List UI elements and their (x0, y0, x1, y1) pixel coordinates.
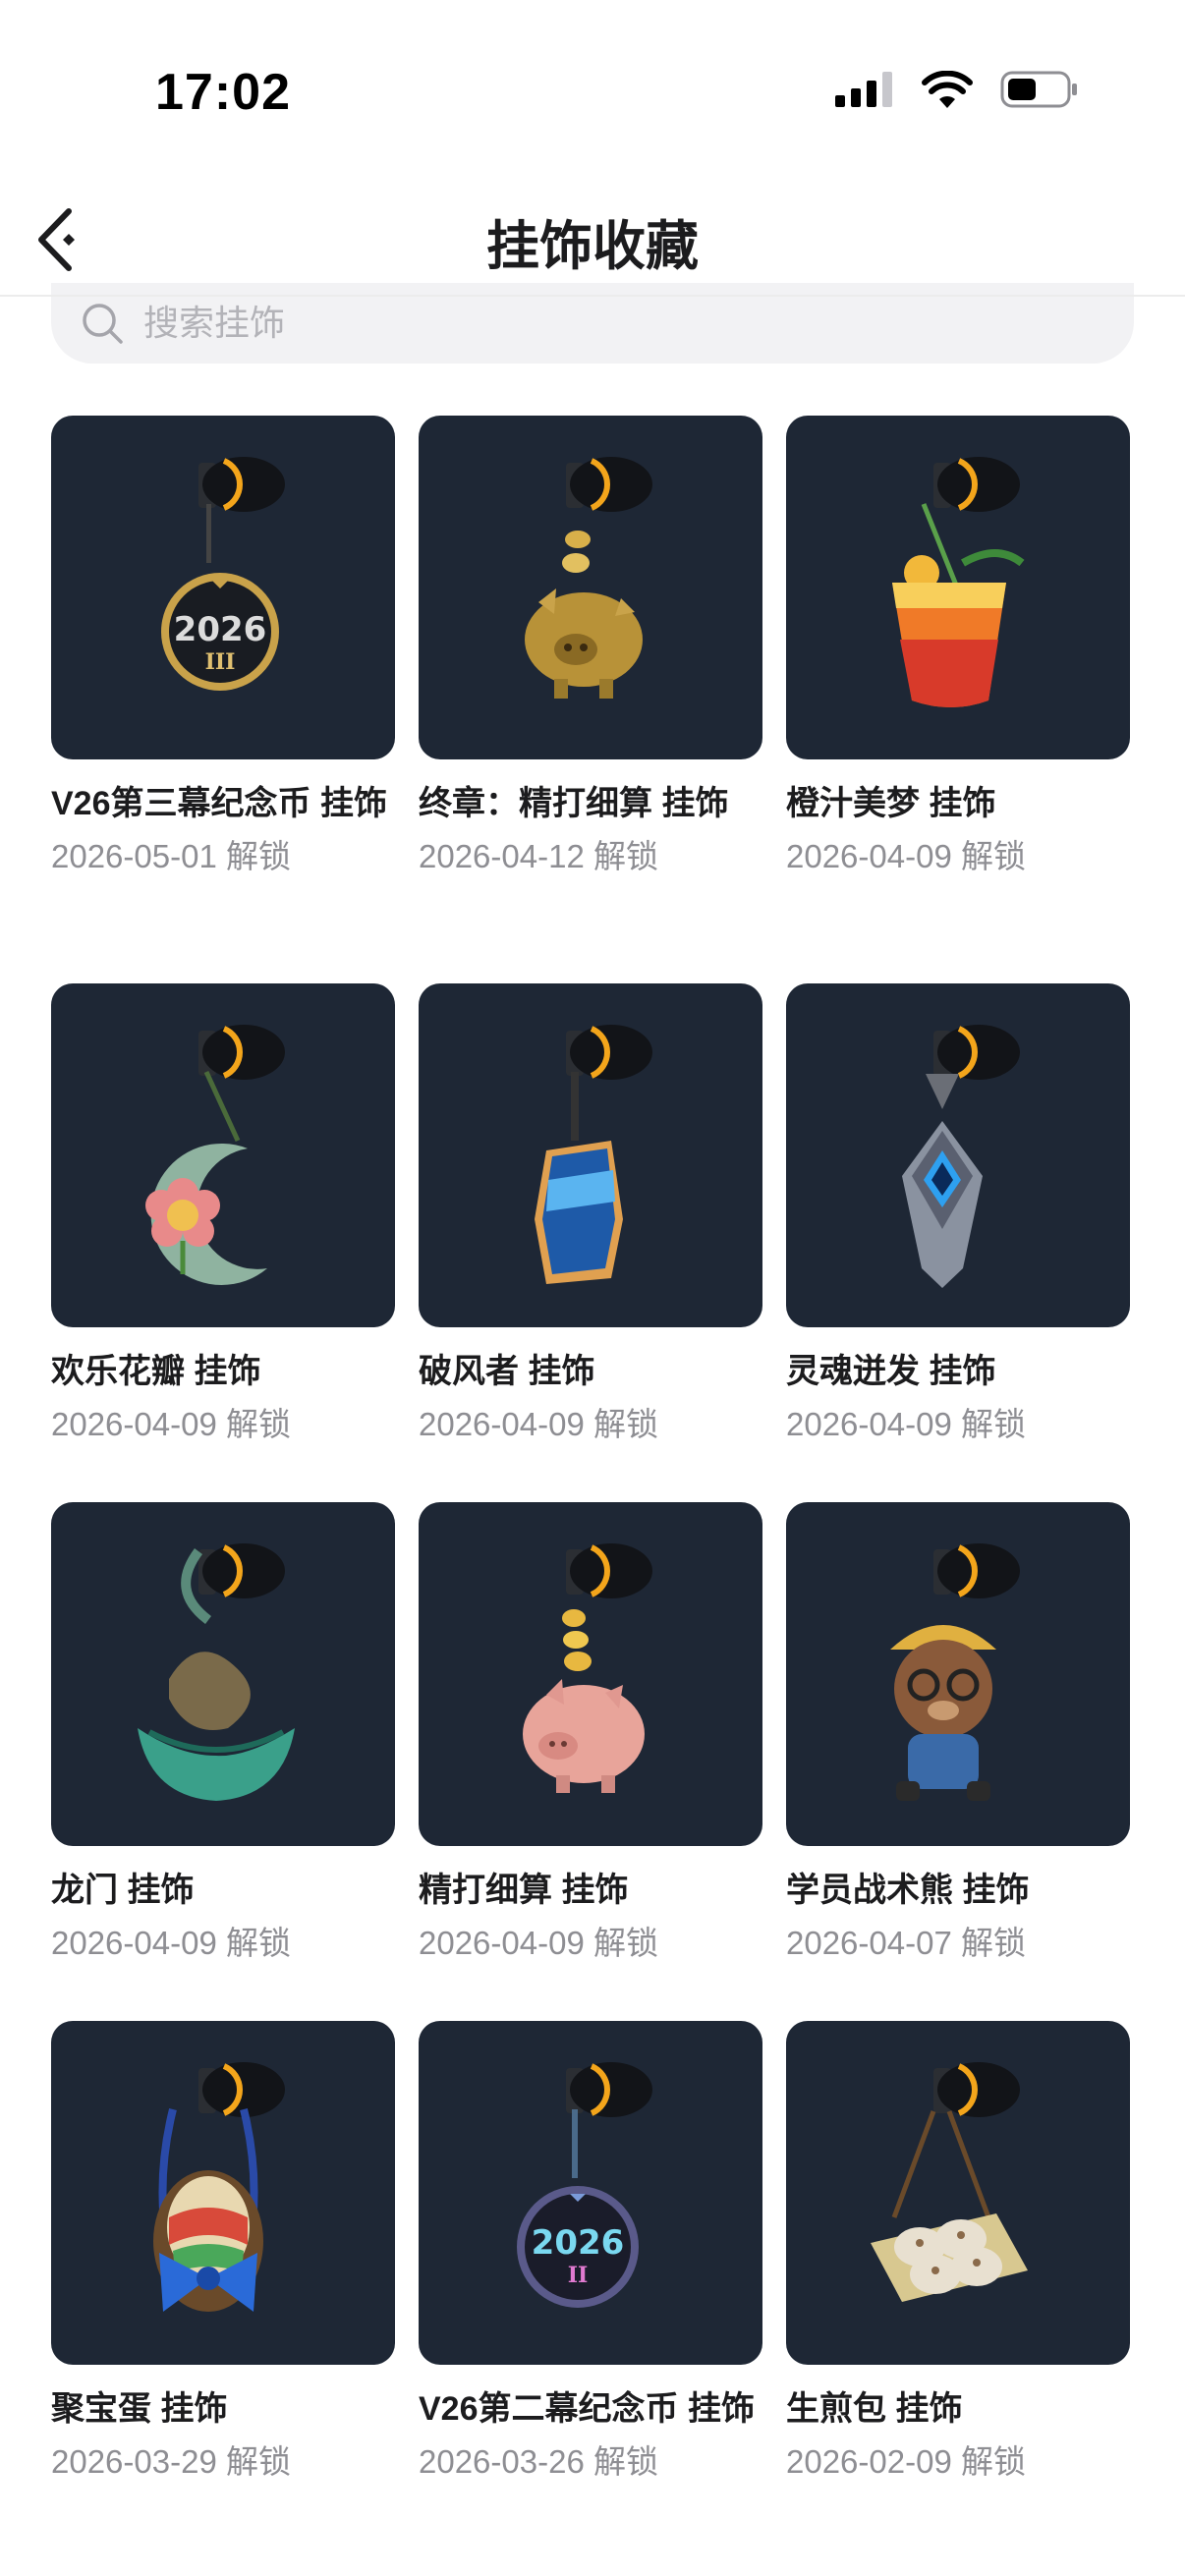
pink-pig-charm-icon (523, 1543, 652, 1793)
charm-card[interactable]: 破风者 挂饰 2026-04-09 解锁 (419, 983, 762, 1447)
charm-thumbnail (419, 983, 762, 1327)
charm-name: 破风者 挂饰 (419, 1353, 595, 1390)
charm-card[interactable]: 2026 III V26第三幕纪念币 挂饰 2026-05-01 解锁 (51, 416, 395, 879)
charm-thumbnail: 2026 II (419, 2021, 762, 2365)
charm-thumbnail (51, 983, 395, 1327)
charm-thumbnail (419, 416, 762, 759)
charm-name: 龙门 挂饰 (51, 1872, 195, 1909)
soul-crystal-charm-icon (902, 1025, 1020, 1288)
charm-name: 终章：精打细算 挂饰 (419, 785, 729, 822)
charm-card[interactable]: 2026 II V26第二幕纪念币 挂饰 2026-03-26 解锁 (419, 2021, 762, 2485)
charm-name: 灵魂迸发 挂饰 (786, 1353, 996, 1390)
coin-2026-iii-charm-icon (161, 457, 285, 691)
flower-moon-charm-icon (145, 1025, 285, 1285)
charm-thumbnail (786, 2021, 1130, 2365)
charm-unlock-date: 2026-04-09 解锁 (786, 838, 1026, 874)
charm-name: 学员战术熊 挂饰 (786, 1872, 1030, 1909)
charm-unlock-date: 2026-05-01 解锁 (51, 838, 291, 874)
charm-thumbnail (786, 416, 1130, 759)
charm-unlock-date: 2026-03-26 解锁 (419, 2443, 658, 2480)
charm-name: 欢乐花瓣 挂饰 (51, 1353, 261, 1390)
charm-unlock-date: 2026-02-09 解锁 (786, 2443, 1026, 2480)
charm-unlock-date: 2026-04-07 解锁 (786, 1925, 1026, 1961)
fried-bun-charm-icon (871, 2062, 1028, 2302)
charm-name: 精打细算 挂饰 (419, 1872, 629, 1909)
charm-card[interactable]: 学员战术熊 挂饰 2026-04-07 解锁 (786, 1502, 1130, 1966)
charm-card[interactable]: 聚宝蛋 挂饰 2026-03-29 解锁 (51, 2021, 395, 2485)
charm-unlock-date: 2026-04-09 解锁 (419, 1406, 658, 1442)
charm-unlock-date: 2026-03-29 解锁 (51, 2443, 291, 2480)
charm-thumbnail (51, 1502, 395, 1846)
charm-unlock-date: 2026-04-09 解锁 (419, 1925, 658, 1961)
coin-2026-ii-charm-icon (517, 2062, 652, 2308)
charm-card[interactable]: 精打细算 挂饰 2026-04-09 解锁 (419, 1502, 762, 1966)
dragon-gate-charm-icon (138, 1543, 295, 1801)
charm-card[interactable]: 终章：精打细算 挂饰 2026-04-12 解锁 (419, 416, 762, 879)
orange-juice-charm-icon (892, 457, 1025, 707)
charm-unlock-date: 2026-04-09 解锁 (786, 1406, 1026, 1442)
charm-thumbnail (786, 1502, 1130, 1846)
coin-act-label: II (567, 2263, 589, 2288)
charm-card[interactable]: 生煎包 挂饰 2026-02-09 解锁 (786, 2021, 1130, 2485)
charm-thumbnail (786, 983, 1130, 1327)
charm-name: 生煎包 挂饰 (786, 2390, 963, 2428)
charm-grid: 2026 III V26第三幕纪念币 挂饰 2026-05-01 解锁 终章：精… (0, 0, 1185, 2576)
charm-name: V26第二幕纪念币 挂饰 (419, 2390, 755, 2428)
charm-thumbnail (419, 1502, 762, 1846)
charm-card[interactable]: 灵魂迸发 挂饰 2026-04-09 解锁 (786, 983, 1130, 1447)
charm-thumbnail: 2026 III (51, 416, 395, 759)
charm-thumbnail (51, 2021, 395, 2365)
tactical-bear-charm-icon (890, 1543, 1020, 1801)
treasure-egg-charm-icon (153, 2062, 285, 2312)
golden-pig-charm-icon (525, 457, 652, 699)
charm-unlock-date: 2026-04-09 解锁 (51, 1406, 291, 1442)
charm-name: 聚宝蛋 挂饰 (51, 2390, 228, 2428)
coin-year-label: 2026 (173, 610, 267, 649)
charm-name: 橙汁美梦 挂饰 (786, 785, 996, 822)
charm-card[interactable]: 龙门 挂饰 2026-04-09 解锁 (51, 1502, 395, 1966)
charm-unlock-date: 2026-04-09 解锁 (51, 1925, 291, 1961)
charm-card[interactable]: 欢乐花瓣 挂饰 2026-04-09 解锁 (51, 983, 395, 1447)
coin-act-label: III (204, 649, 236, 675)
blue-visor-charm-icon (535, 1025, 652, 1284)
charm-unlock-date: 2026-04-12 解锁 (419, 838, 658, 874)
coin-year-label: 2026 (531, 2223, 625, 2263)
charm-name: V26第三幕纪念币 挂饰 (51, 785, 387, 822)
charm-card[interactable]: 橙汁美梦 挂饰 2026-04-09 解锁 (786, 416, 1130, 879)
